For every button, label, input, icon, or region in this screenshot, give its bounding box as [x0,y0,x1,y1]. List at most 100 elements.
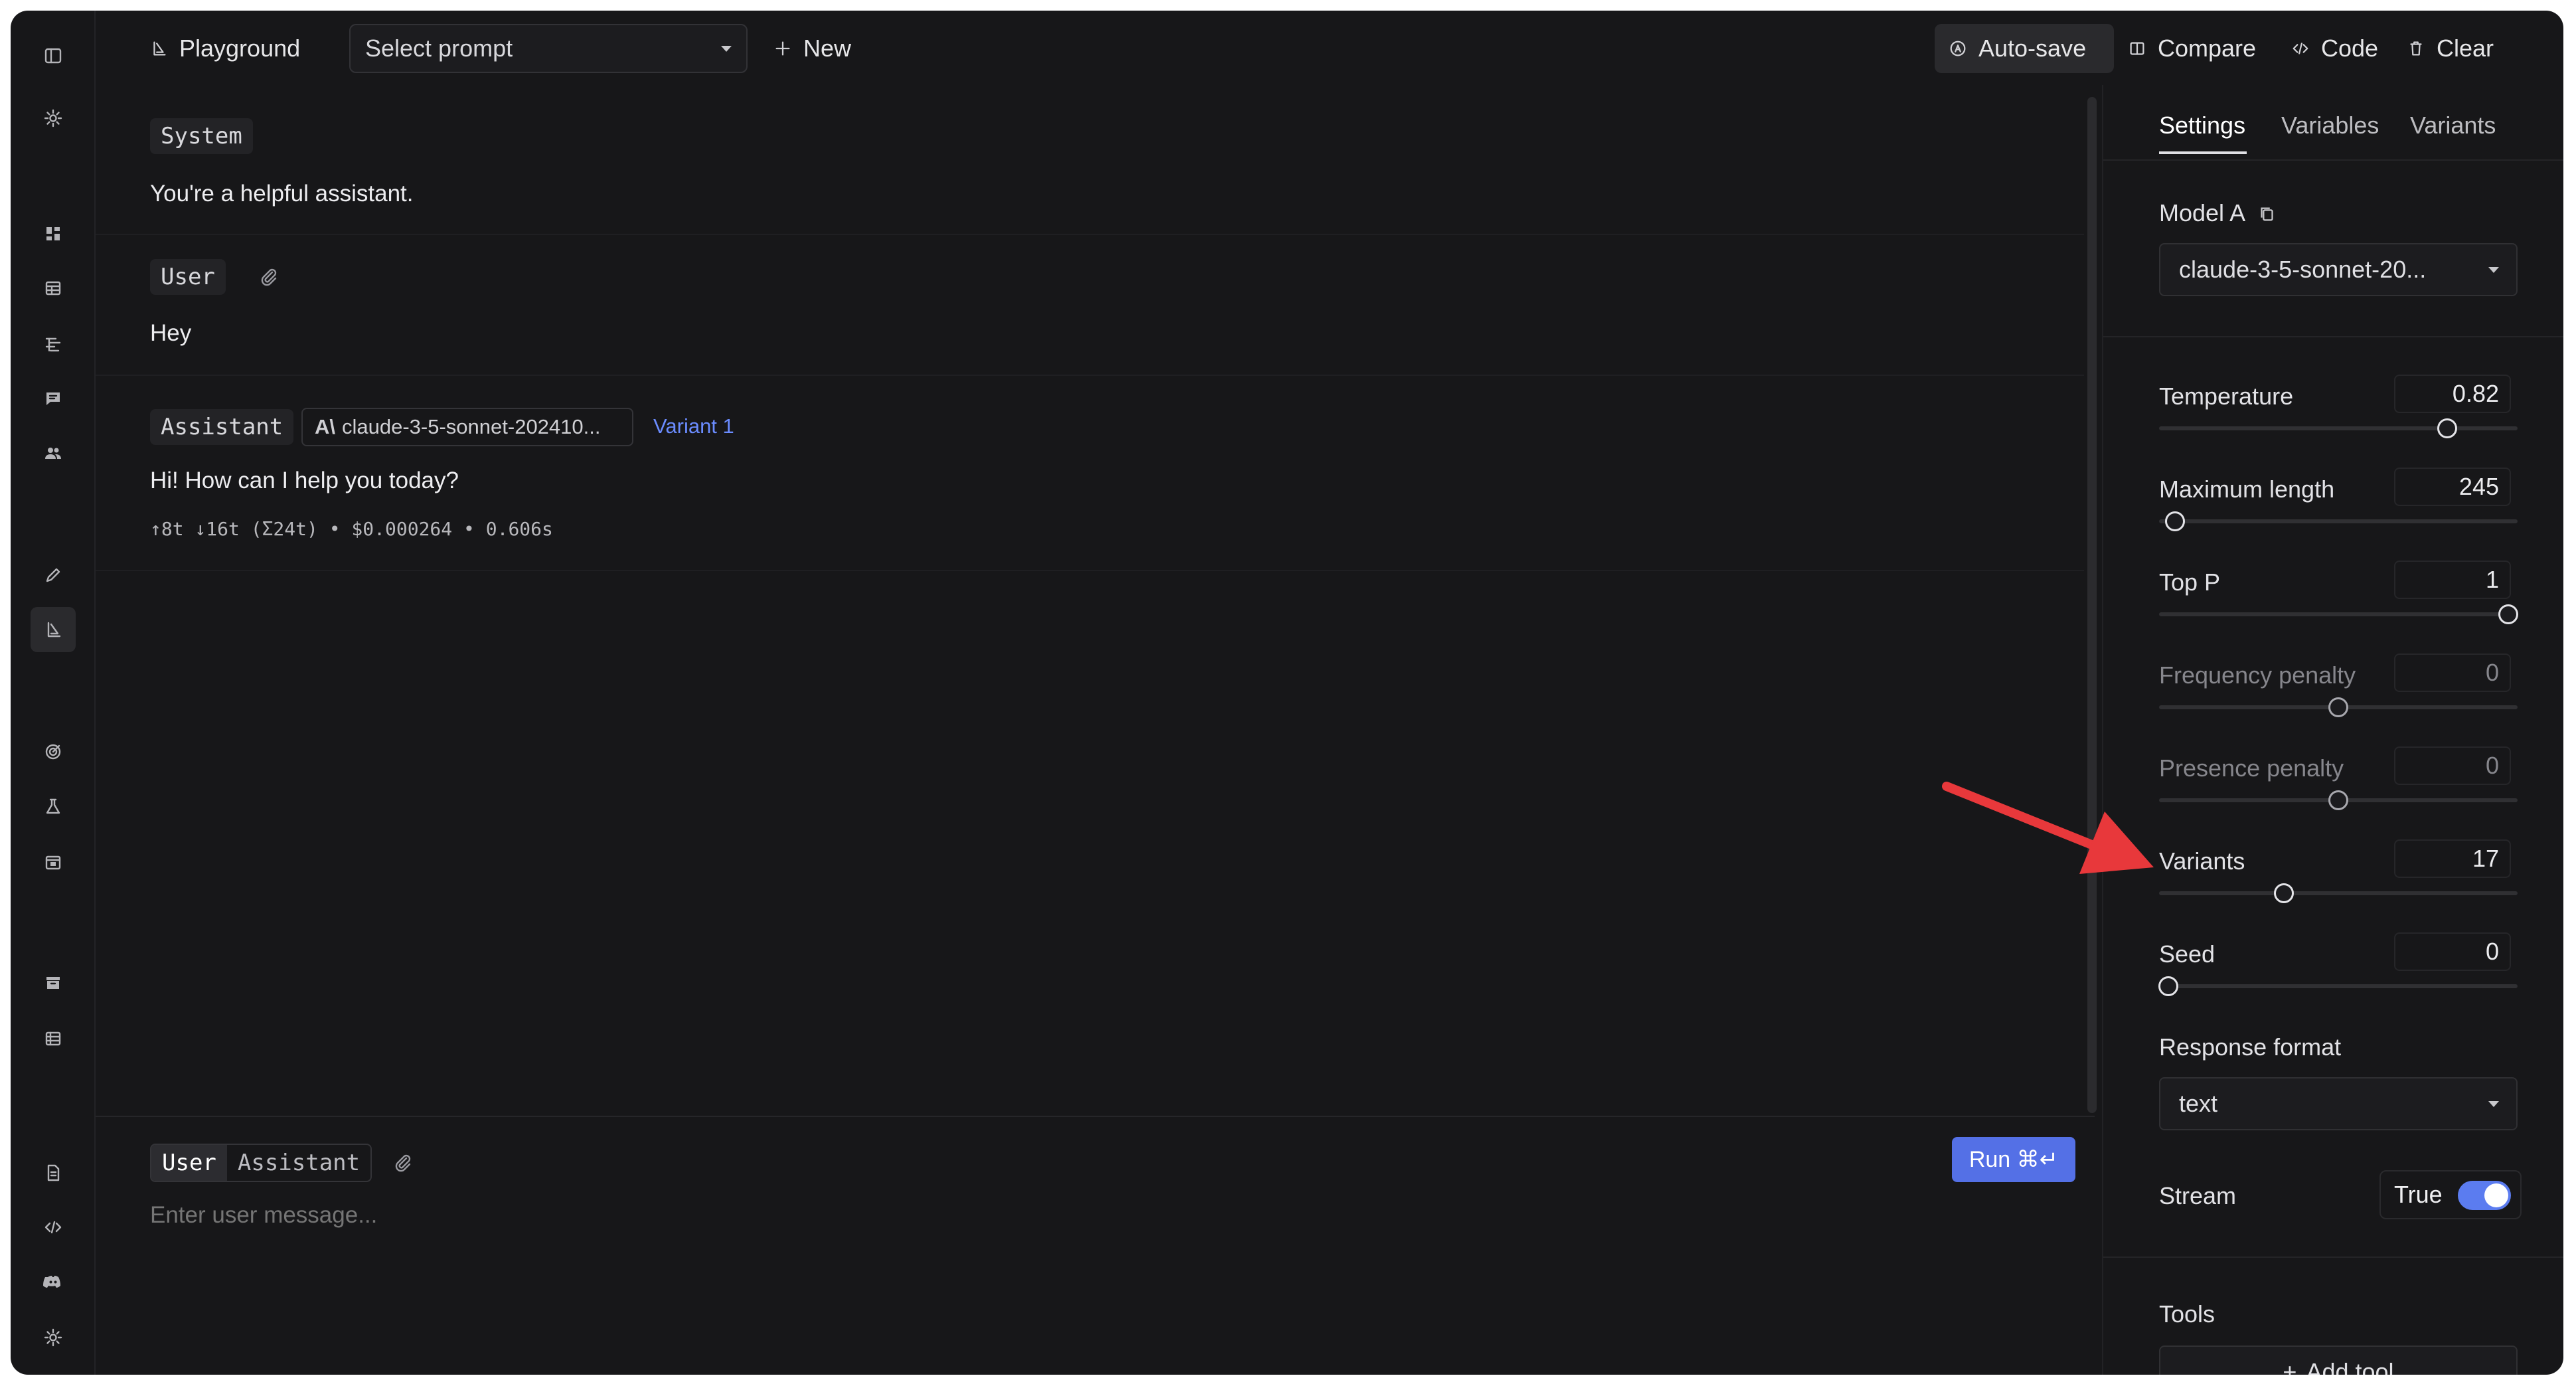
copy-icon[interactable] [2257,204,2277,224]
param-value-maximum-length[interactable]: 245 [2394,468,2511,506]
chevron-down-icon [721,45,732,52]
calendar-icon[interactable] [31,839,76,885]
tab-settings[interactable]: Settings [2159,112,2245,139]
role-badge-system[interactable]: System [150,118,253,154]
param-slider-maximum-length[interactable] [2159,511,2518,531]
tab-variables[interactable]: Variables [2281,112,2379,139]
sidebar-toggle-icon[interactable] [31,33,76,78]
chevron-down-icon [2488,266,2499,273]
param-label-seed: Seed [2159,940,2215,968]
plus-icon: + [2283,1358,2297,1375]
code-icon[interactable] [31,1205,76,1250]
usage-stats: ↑8t ↓16t (Σ24t) • $0.000264 • 0.606s [150,518,553,540]
archive-icon[interactable] [31,960,76,1005]
slider-thumb[interactable] [2437,418,2457,438]
assistant-message[interactable]: Assistant A\ claude-3-5-sonnet-202410...… [96,376,2084,571]
role-option-assistant[interactable]: Assistant [227,1145,370,1181]
role-toggle: User Assistant [150,1144,372,1182]
settings-gear-bottom-icon[interactable] [31,1315,76,1360]
target-icon[interactable] [31,729,76,774]
settings-gear-icon[interactable] [31,96,76,141]
user-message[interactable]: User Hey [96,235,2084,376]
tools-label: Tools [2159,1300,2215,1328]
slider-thumb[interactable] [2165,511,2186,531]
code-button[interactable]: Code [2291,24,2378,73]
traces-icon[interactable] [31,321,76,367]
users-icon[interactable] [31,430,76,476]
chat-icon[interactable] [31,376,76,421]
slider-thumb[interactable] [2158,976,2178,996]
param-value-top-p[interactable]: 1 [2394,561,2511,599]
clear-button[interactable]: Clear [2406,24,2494,73]
select-prompt-dropdown[interactable]: Select prompt [349,24,748,73]
chat-scrollbar[interactable] [2087,97,2097,1113]
role-badge-assistant[interactable]: Assistant [150,409,294,445]
model-select[interactable]: claude-3-5-sonnet-20... [2159,243,2518,296]
param-slider-presence-penalty[interactable] [2159,790,2518,810]
param-value-temperature[interactable]: 0.82 [2394,375,2511,413]
stream-divider [2103,1256,2563,1258]
plus-icon [775,41,790,56]
attachment-paperclip-icon[interactable] [258,266,280,292]
toggle-knob [2484,1183,2508,1207]
param-slider-seed[interactable] [2158,976,2518,996]
add-tool-button[interactable]: + Add tool [2159,1345,2518,1375]
response-format-select[interactable]: text [2159,1077,2518,1130]
stream-control: True [2379,1170,2522,1219]
model-label: Model A [2159,199,2277,227]
slider-thumb[interactable] [2498,604,2518,624]
param-label-temperature: Temperature [2159,383,2294,410]
param-slider-temperature[interactable] [2159,418,2518,438]
stream-label: Stream [2159,1182,2237,1209]
auto-save-button[interactable]: Auto-save [1935,24,2114,73]
param-value-variants[interactable]: 17 [2394,839,2511,878]
settings-panel: Settings Variables Variants Model A clau… [2102,85,2563,1375]
system-message[interactable]: System You're a helpful assistant. [96,85,2084,235]
anthropic-logo-icon: A\ [315,415,335,438]
playground-title-icon [153,41,166,56]
chat-thread: System You're a helpful assistant. User … [96,85,2095,1111]
role-option-user[interactable]: User [151,1145,227,1181]
param-slider-top-p[interactable] [2159,604,2518,624]
edit-pencil-icon[interactable] [31,553,76,598]
response-format-label: Response format [2159,1033,2342,1061]
discord-icon[interactable] [31,1259,76,1304]
model-divider [2103,336,2563,337]
datasets-icon[interactable] [31,1016,76,1061]
param-slider-frequency-penalty[interactable] [2159,697,2518,717]
message-composer: User Assistant Run ⌘↵ [96,1116,2095,1375]
system-message-text[interactable]: You're a helpful assistant. [150,181,413,207]
variant-link[interactable]: Variant 1 [653,414,734,438]
slider-thumb[interactable] [2274,883,2294,903]
stream-toggle[interactable] [2458,1181,2511,1210]
compare-icon [2130,42,2144,55]
run-button[interactable]: Run ⌘↵ [1952,1137,2075,1182]
composer-attachment-icon[interactable] [392,1152,414,1177]
experiment-flask-icon[interactable] [31,784,76,829]
user-message-input[interactable] [150,1202,2009,1229]
param-slider-variants[interactable] [2159,883,2518,903]
slider-thumb[interactable] [2328,790,2348,810]
playground-icon[interactable] [31,607,76,652]
dashboard-icon[interactable] [31,211,76,256]
param-value-frequency-penalty[interactable]: 0 [2394,653,2511,692]
new-button[interactable]: New [773,24,851,73]
role-badge-user[interactable]: User [150,259,226,295]
user-message-text[interactable]: Hey [150,320,191,347]
compare-button[interactable]: Compare [2127,24,2256,73]
table-icon[interactable] [31,266,76,311]
auto-save-icon [1950,41,1966,56]
slider-thumb[interactable] [2328,697,2348,717]
tab-variants[interactable]: Variants [2410,112,2496,139]
trash-icon [2410,41,2422,56]
code-brackets-icon [2293,43,2308,54]
param-label-frequency-penalty: Frequency penalty [2159,661,2356,689]
assistant-message-text[interactable]: Hi! How can I help you today? [150,468,459,494]
param-label-top-p: Top P [2159,568,2221,596]
param-value-presence-penalty[interactable]: 0 [2394,746,2511,785]
docs-file-icon[interactable] [31,1150,76,1195]
param-label-variants: Variants [2159,847,2245,875]
param-value-seed[interactable]: 0 [2394,932,2511,971]
active-tab-indicator [2159,151,2247,154]
assistant-model-chip[interactable]: A\ claude-3-5-sonnet-202410... [301,408,633,446]
